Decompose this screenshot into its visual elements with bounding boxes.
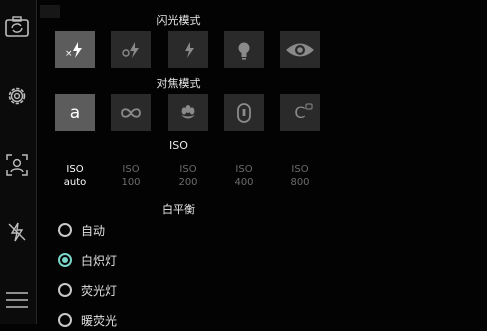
flash-option-off[interactable]: × xyxy=(55,31,95,68)
wb-radio[interactable] xyxy=(58,223,72,237)
macro-flower-icon xyxy=(178,103,198,123)
focus-option-auto[interactable]: a xyxy=(55,94,95,131)
iso-option-prefix: ISO xyxy=(66,164,84,175)
wb-option-incandescent[interactable]: 白炽灯 xyxy=(58,249,117,271)
flash-option-torch[interactable] xyxy=(224,31,264,68)
flash-off-icon xyxy=(6,221,28,243)
flash-off-icon: × xyxy=(64,40,86,60)
wb-option-label: 暖荧光 xyxy=(81,313,118,328)
flash-mode-title: 闪光模式 xyxy=(156,14,201,27)
iso-option-value: auto xyxy=(63,177,87,188)
wb-option-warm-fluorescent[interactable]: 暖荧光 xyxy=(58,309,117,331)
wb-radio[interactable] xyxy=(58,253,72,267)
wb-radio[interactable] xyxy=(58,283,72,297)
settings-button[interactable] xyxy=(2,82,32,110)
focus-option-macro[interactable] xyxy=(168,94,208,131)
menu-icon xyxy=(5,290,29,310)
switch-camera-icon xyxy=(5,16,29,38)
iso-option-auto[interactable]: ISO auto xyxy=(55,163,95,189)
wb-option-fluorescent[interactable]: 荧光灯 xyxy=(58,279,117,301)
flash-option-auto[interactable] xyxy=(111,31,151,68)
flash-on-icon xyxy=(177,40,199,60)
face-detect-icon xyxy=(5,153,29,177)
iso-option-400[interactable]: ISO 400 xyxy=(224,163,264,189)
wb-option-label: 白炽灯 xyxy=(81,253,118,268)
sidebar xyxy=(0,0,37,324)
torch-bulb-icon xyxy=(233,39,255,61)
auto-focus-icon: a xyxy=(69,102,81,123)
iso-option-800[interactable]: ISO 800 xyxy=(280,163,320,189)
iso-option-prefix: ISO xyxy=(291,164,309,175)
iso-option-prefix: ISO xyxy=(122,164,140,175)
iso-option-100[interactable]: ISO 100 xyxy=(111,163,151,189)
focus-option-infinity[interactable] xyxy=(111,94,151,131)
infinity-icon xyxy=(120,106,142,120)
flash-auto-icon xyxy=(120,40,142,60)
wb-radio[interactable] xyxy=(58,313,72,327)
flash-toggle-button[interactable] xyxy=(2,218,32,246)
focus-option-lock[interactable] xyxy=(224,94,264,131)
svg-text:×: × xyxy=(65,49,73,59)
iso-option-prefix: ISO xyxy=(179,164,197,175)
iso-option-value: 200 xyxy=(178,177,198,188)
wb-option-label: 荧光灯 xyxy=(81,283,118,298)
iso-title: ISO xyxy=(169,139,188,152)
wb-option-auto[interactable]: 自动 xyxy=(58,219,105,241)
focus-option-continuous[interactable]: C xyxy=(280,94,320,131)
white-balance-title: 白平衡 xyxy=(162,203,195,216)
flash-option-red-eye[interactable] xyxy=(280,31,320,68)
iso-option-value: 400 xyxy=(234,177,254,188)
focus-lock-icon xyxy=(235,102,253,124)
continuous-focus-icon: C xyxy=(294,103,313,122)
iso-option-200[interactable]: ISO 200 xyxy=(168,163,208,189)
iso-option-value: 100 xyxy=(121,177,141,188)
face-detect-button[interactable] xyxy=(2,151,32,179)
red-eye-icon xyxy=(285,40,315,60)
focus-mode-title: 对焦模式 xyxy=(156,77,201,90)
switch-camera-button[interactable] xyxy=(2,13,32,41)
iso-option-prefix: ISO xyxy=(235,164,253,175)
gear-icon xyxy=(5,84,29,108)
iso-option-value: 800 xyxy=(290,177,310,188)
camera-settings-panel: 闪光模式 × 对焦模式 a C ISO ISO auto ISO 100 ISO… xyxy=(36,0,487,328)
flash-option-on[interactable] xyxy=(168,31,208,68)
menu-button[interactable] xyxy=(2,286,32,314)
wb-option-label: 自动 xyxy=(81,223,106,238)
